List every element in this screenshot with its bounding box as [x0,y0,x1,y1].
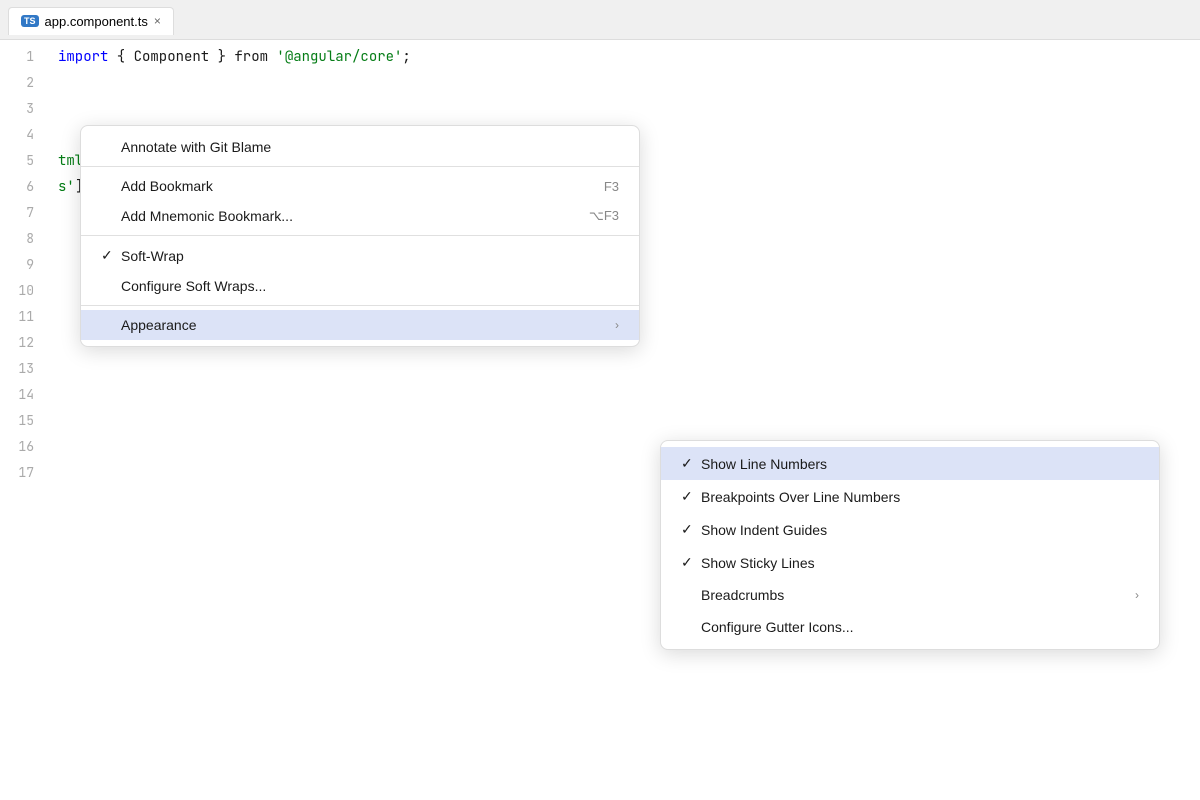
arrow-breadcrumbs-icon: › [1135,588,1139,602]
code-line-13 [58,356,1192,382]
submenu-item-configure-gutter-icons[interactable]: Configure Gutter Icons... [661,611,1159,643]
menu-item-add-bookmark[interactable]: Add Bookmark F3 [81,171,639,201]
checkmark-sticky-lines: ✓ [681,554,701,571]
context-menu: Annotate with Git Blame Add Bookmark F3 … [80,125,640,347]
submenu-label-configure-gutter-icons: Configure Gutter Icons... [701,619,1139,635]
line-numbers: 1 2 3 4 5 6 7 8 9 10 11 12 13 14 15 16 1… [0,44,50,486]
checkmark-show-line-numbers: ✓ [681,455,701,472]
menu-label-configure-soft-wraps: Configure Soft Wraps... [121,278,619,294]
submenu-item-breakpoints-over-line-numbers[interactable]: ✓ Breakpoints Over Line Numbers [661,480,1159,513]
tab-filename: app.component.ts [45,14,148,29]
line-number-1: 1 [16,44,34,70]
submenu-label-breakpoints: Breakpoints Over Line Numbers [701,489,1139,505]
line-number-7: 7 [16,200,34,226]
line-number-4: 4 [16,122,34,148]
code-line-1: import { Component } from '@angular/core… [58,44,1192,70]
submenu-item-show-indent-guides[interactable]: ✓ Show Indent Guides [661,513,1159,546]
separator-1 [81,166,639,167]
line-number-9: 9 [16,252,34,278]
submenu-label-breadcrumbs: Breadcrumbs [701,587,1135,603]
keyword-import: import [58,48,108,66]
submenu-item-show-sticky-lines[interactable]: ✓ Show Sticky Lines [661,546,1159,579]
checkmark-breakpoints: ✓ [681,488,701,505]
plain-1: { Component } [108,48,234,66]
str-6: s' [58,178,75,196]
submenu-label-sticky-lines: Show Sticky Lines [701,555,1139,571]
menu-item-add-mnemonic-bookmark[interactable]: Add Mnemonic Bookmark... ⌥F3 [81,201,639,231]
menu-label-annotate-git-blame: Annotate with Git Blame [121,139,619,155]
menu-label-add-mnemonic-bookmark: Add Mnemonic Bookmark... [121,208,549,224]
editor-container: TS app.component.ts × 1 2 3 4 5 6 7 8 9 … [0,0,1200,800]
line-number-8: 8 [16,226,34,252]
code-line-3 [58,96,1192,122]
shortcut-add-bookmark: F3 [604,179,619,194]
tab-close-button[interactable]: × [154,15,161,27]
code-line-14 [58,382,1192,408]
separator-2 [81,235,639,236]
submenu-item-show-line-numbers[interactable]: ✓ Show Line Numbers [661,447,1159,480]
checkmark-indent-guides: ✓ [681,521,701,538]
code-line-2 [58,70,1192,96]
line-number-5: 5 [16,148,34,174]
line-number-16: 16 [16,434,34,460]
menu-item-annotate-git-blame[interactable]: Annotate with Git Blame [81,132,639,162]
arrow-appearance-icon: › [615,318,619,332]
line-number-12: 12 [16,330,34,356]
checkmark-soft-wrap: ✓ [101,247,121,264]
submenu-label-indent-guides: Show Indent Guides [701,522,1139,538]
line-number-10: 10 [16,278,34,304]
submenu-item-breadcrumbs[interactable]: Breadcrumbs › [661,579,1159,611]
line-number-6: 6 [16,174,34,200]
ts-badge: TS [21,15,39,27]
tab-bar: TS app.component.ts × [0,0,1200,40]
plain-semi: ; [402,48,410,66]
line-number-3: 3 [16,96,34,122]
submenu-appearance: ✓ Show Line Numbers ✓ Breakpoints Over L… [660,440,1160,650]
tab-item[interactable]: TS app.component.ts × [8,7,174,35]
submenu-label-show-line-numbers: Show Line Numbers [701,456,1139,472]
plain-from: from [234,48,268,66]
menu-item-soft-wrap[interactable]: ✓ Soft-Wrap [81,240,639,271]
menu-label-soft-wrap: Soft-Wrap [121,248,619,264]
menu-label-appearance: Appearance [121,317,615,333]
line-number-17: 17 [16,460,34,486]
line-number-13: 13 [16,356,34,382]
string-module: '@angular/core' [276,48,402,66]
code-line-15 [58,408,1192,434]
line-number-14: 14 [16,382,34,408]
line-number-15: 15 [16,408,34,434]
menu-item-configure-soft-wraps[interactable]: Configure Soft Wraps... [81,271,639,301]
line-number-11: 11 [16,304,34,330]
shortcut-add-mnemonic-bookmark: ⌥F3 [589,208,619,224]
separator-3 [81,305,639,306]
menu-item-appearance[interactable]: Appearance › [81,310,639,340]
menu-label-add-bookmark: Add Bookmark [121,178,564,194]
line-number-2: 2 [16,70,34,96]
